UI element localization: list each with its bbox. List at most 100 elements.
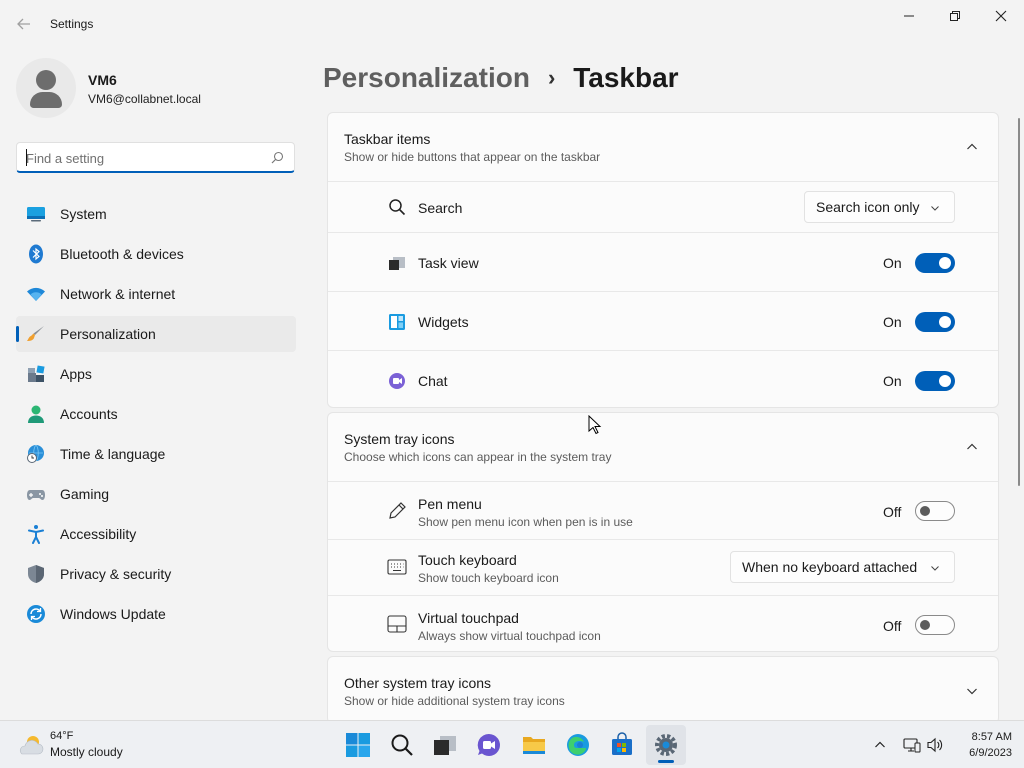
weather-description: Mostly cloudy (50, 745, 123, 759)
store-button[interactable] (602, 725, 642, 765)
close-button[interactable] (978, 0, 1024, 32)
sidebar-item-accessibility[interactable]: Accessibility (16, 516, 296, 552)
volume-icon (927, 737, 943, 753)
section-title: Taskbar items (344, 131, 431, 147)
sidebar-item-personalization[interactable]: Personalization (16, 316, 296, 352)
settings-icon (655, 734, 677, 756)
search-icon (389, 199, 406, 216)
section-subtitle: Show or hide buttons that appear on the … (344, 150, 601, 164)
brush-icon (27, 326, 44, 341)
setting-label: Task view (418, 255, 479, 271)
start-icon (346, 733, 370, 757)
sidebar-item-label: Privacy & security (60, 566, 172, 582)
user-profile[interactable]: VM6 VM6@collabnet.local (16, 58, 296, 118)
profile-email: VM6@collabnet.local (88, 92, 201, 106)
pen-icon (389, 502, 406, 519)
system-tray-icons-header[interactable]: System tray icons Choose which icons can… (328, 413, 998, 481)
section-subtitle: Show or hide additional system tray icon… (344, 694, 565, 708)
task-view-icon (434, 736, 456, 755)
chevron-down-icon[interactable] (966, 685, 978, 697)
sidebar-item-label: Personalization (60, 326, 156, 342)
section-subtitle: Choose which icons can appear in the sys… (344, 450, 612, 464)
network-tray-button[interactable] (902, 735, 922, 755)
sidebar-item-label: System (60, 206, 107, 222)
globe-clock-icon (27, 444, 44, 463)
setting-row-widgets: Widgets On (328, 291, 998, 350)
toggle-state-label: On (883, 373, 902, 389)
sidebar-item-network[interactable]: Network & internet (16, 276, 296, 312)
file-explorer-button[interactable] (514, 725, 554, 765)
keyboard-icon (387, 559, 407, 575)
setting-row-search: Search Search icon only (328, 181, 998, 232)
breadcrumb: Personalization › Taskbar (323, 58, 679, 98)
cloudy-weather-icon (20, 736, 44, 755)
start-button[interactable] (338, 725, 378, 765)
sidebar-item-label: Accounts (60, 406, 118, 422)
clock-date: 6/9/2023 (969, 747, 1012, 759)
chevron-up-icon[interactable] (966, 141, 978, 153)
sidebar-item-time-language[interactable]: Time & language (16, 436, 296, 472)
setting-description: Always show virtual touchpad icon (418, 629, 601, 643)
minimize-button[interactable] (886, 0, 932, 32)
touchpad-icon (387, 615, 407, 633)
sidebar-item-apps[interactable]: Apps (16, 356, 296, 392)
toggle-state-label: Off (883, 618, 902, 634)
taskbar-search-button[interactable] (382, 725, 422, 765)
minimize-icon (904, 15, 914, 17)
touch-keyboard-dropdown[interactable]: When no keyboard attached (730, 551, 955, 583)
sidebar-item-system[interactable]: System (16, 196, 296, 232)
widgets-icon (389, 314, 405, 330)
other-tray-icons-section[interactable]: Other system tray icons Show or hide add… (327, 656, 999, 724)
scrollbar[interactable] (1018, 118, 1020, 486)
chat-button[interactable] (469, 725, 509, 765)
sidebar-item-label: Time & language (60, 446, 166, 462)
widgets-toggle[interactable] (915, 312, 955, 332)
task-view-toggle[interactable] (915, 253, 955, 273)
virtual-touchpad-toggle[interactable] (915, 615, 955, 635)
sidebar-item-windows-update[interactable]: Windows Update (16, 596, 296, 632)
chevron-up-icon[interactable] (966, 441, 978, 453)
sidebar-item-gaming[interactable]: Gaming (16, 476, 296, 512)
page-title: Taskbar (573, 62, 679, 93)
sidebar-item-label: Bluetooth & devices (60, 246, 184, 262)
task-view-button[interactable] (425, 725, 465, 765)
dropdown-value: When no keyboard attached (742, 559, 918, 575)
other-tray-icons-header[interactable]: Other system tray icons Show or hide add… (328, 657, 998, 723)
sidebar-item-privacy[interactable]: Privacy & security (16, 556, 296, 592)
section-title: Other system tray icons (344, 675, 492, 691)
app-title: Settings (50, 17, 94, 31)
setting-label: Widgets (418, 314, 469, 330)
sidebar-item-accounts[interactable]: Accounts (16, 396, 296, 432)
search-icon (271, 151, 284, 164)
windows-taskbar: 64°F Mostly cloudy 8:57 AM 6/9/2023 (0, 720, 1024, 768)
bluetooth-icon (29, 244, 43, 264)
volume-tray-button[interactable] (925, 735, 945, 755)
setting-label: Virtual touchpad (418, 610, 519, 626)
chat-icon (389, 373, 405, 389)
weather-widget[interactable]: 64°F Mostly cloudy (16, 729, 176, 761)
task-view-icon (389, 257, 405, 270)
search-icon (391, 734, 413, 756)
system-clock[interactable]: 8:57 AM 6/9/2023 (952, 729, 1012, 761)
toggle-state-label: Off (883, 504, 902, 520)
settings-taskbar-button[interactable] (646, 725, 686, 765)
search-mode-dropdown[interactable]: Search icon only (804, 191, 955, 223)
chat-toggle[interactable] (915, 371, 955, 391)
taskbar-items-header[interactable]: Taskbar items Show or hide buttons that … (328, 113, 998, 181)
toggle-state-label: On (883, 314, 902, 330)
shield-icon (28, 565, 44, 583)
clock-time: 8:57 AM (971, 731, 1012, 743)
breadcrumb-parent[interactable]: Personalization (323, 62, 530, 94)
back-button[interactable] (10, 12, 38, 36)
maximize-button[interactable] (932, 0, 978, 32)
pen-menu-toggle[interactable] (915, 501, 955, 521)
search-input[interactable] (26, 148, 266, 168)
search-box[interactable] (16, 142, 295, 173)
store-icon (612, 732, 632, 755)
show-hidden-icons-button[interactable] (870, 735, 890, 755)
toggle-state-label: On (883, 255, 902, 271)
weather-temperature: 64°F (50, 730, 74, 742)
edge-button[interactable] (558, 725, 598, 765)
setting-row-pen-menu: Pen menu Show pen menu icon when pen is … (328, 481, 998, 539)
sidebar-item-bluetooth[interactable]: Bluetooth & devices (16, 236, 296, 272)
